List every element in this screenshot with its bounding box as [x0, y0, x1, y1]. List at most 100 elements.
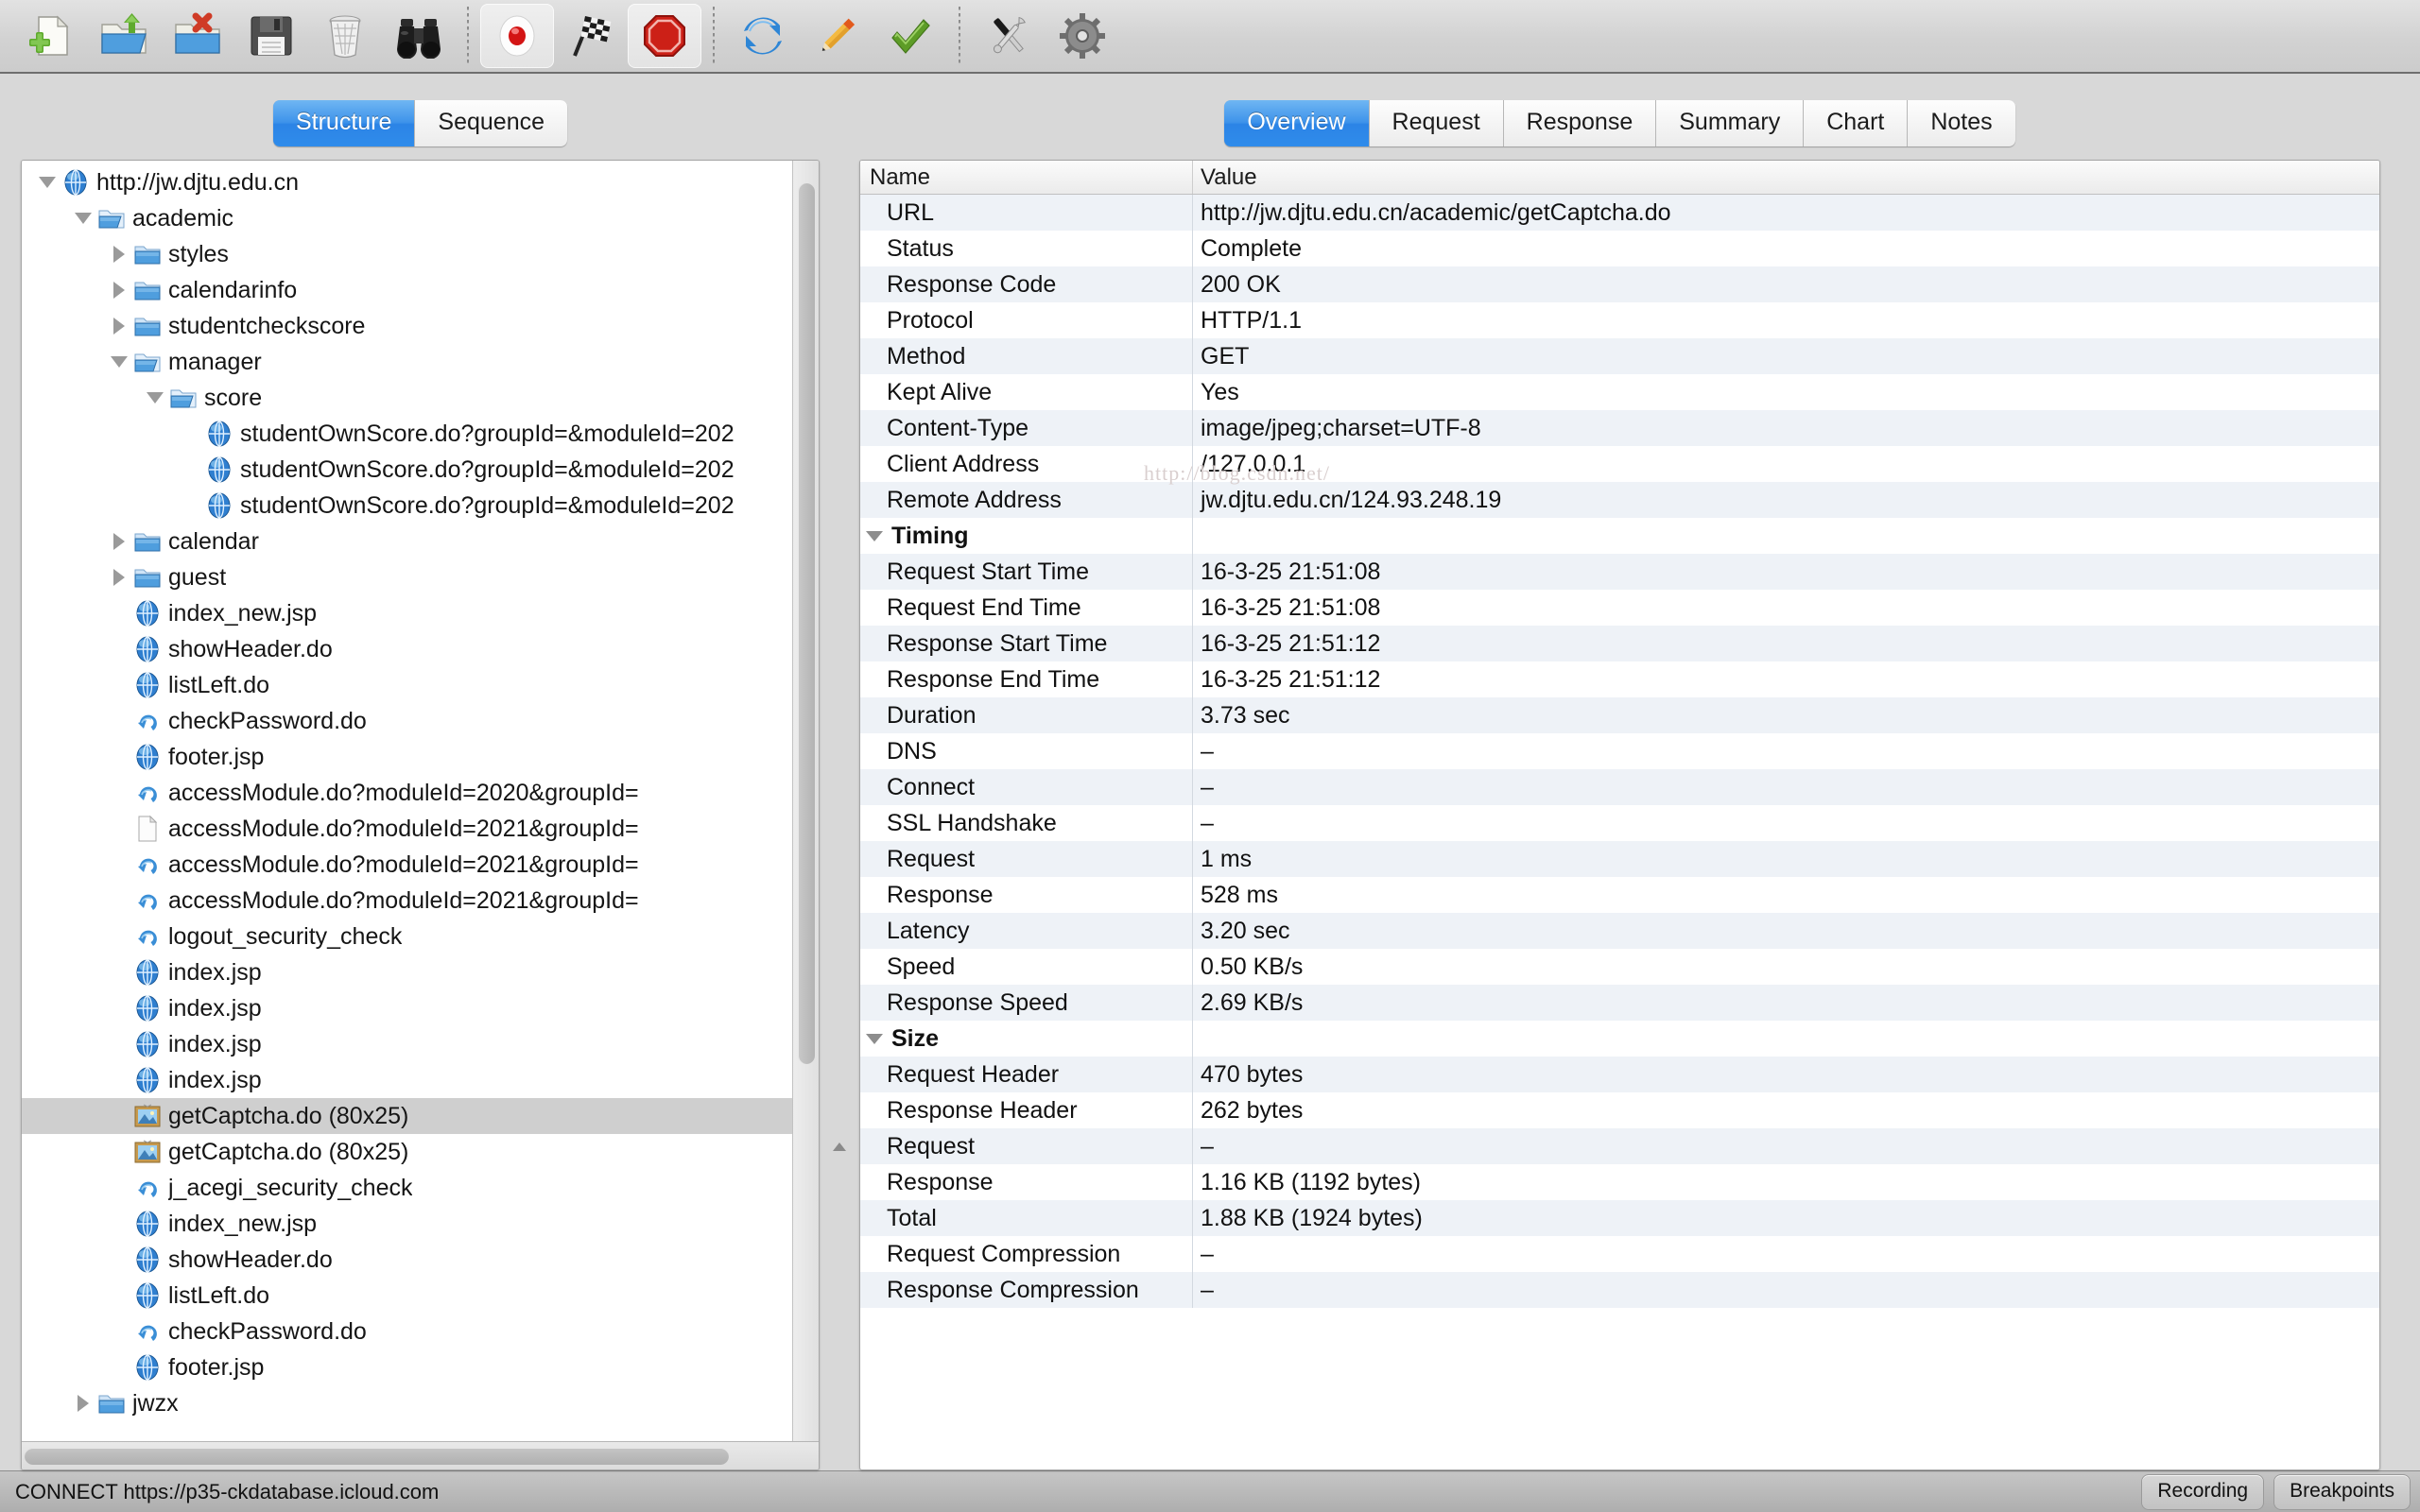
tree-item[interactable]: academic: [22, 200, 792, 236]
tree-item[interactable]: accessModule.do?moduleId=2021&groupId=: [22, 847, 792, 883]
breakpoints-stop-button[interactable]: [628, 4, 701, 68]
tab-structure[interactable]: Structure: [273, 100, 415, 146]
tree-item[interactable]: calendar: [22, 524, 792, 559]
pane-splitter[interactable]: [820, 94, 859, 1470]
table-row[interactable]: Content-Typeimage/jpeg;charset=UTF-8: [860, 410, 2379, 446]
table-group-row[interactable]: Timing: [860, 518, 2379, 554]
table-row[interactable]: ProtocolHTTP/1.1: [860, 302, 2379, 338]
tab-overview[interactable]: Overview: [1224, 100, 1369, 146]
tree-twisty-closed-icon[interactable]: [107, 272, 131, 308]
table-row[interactable]: StatusComplete: [860, 231, 2379, 266]
tree-twisty-closed-icon[interactable]: [107, 559, 131, 595]
group-twisty-open-icon[interactable]: [866, 531, 883, 541]
tree-item[interactable]: studentOwnScore.do?groupId=&moduleId=202: [22, 452, 792, 488]
tree-twisty-open-icon[interactable]: [71, 200, 95, 236]
clear-trash-button[interactable]: [308, 4, 382, 68]
tree-item[interactable]: studentOwnScore.do?groupId=&moduleId=202: [22, 488, 792, 524]
tree-item[interactable]: accessModule.do?moduleId=2021&groupId=: [22, 811, 792, 847]
tree-item[interactable]: index.jsp: [22, 954, 792, 990]
table-row[interactable]: Response528 ms: [860, 877, 2379, 913]
repeat-button[interactable]: [726, 4, 800, 68]
table-row[interactable]: URLhttp://jw.djtu.edu.cn/academic/getCap…: [860, 195, 2379, 231]
splitter-collapse-handle[interactable]: [833, 1143, 846, 1151]
table-row[interactable]: Response Speed2.69 KB/s: [860, 985, 2379, 1021]
tree-horizontal-scroll-thumb[interactable]: [25, 1448, 729, 1465]
table-row[interactable]: Response1.16 KB (1192 bytes): [860, 1164, 2379, 1200]
save-button[interactable]: [234, 4, 308, 68]
group-twisty-open-icon[interactable]: [866, 1034, 883, 1044]
find-button[interactable]: [382, 4, 456, 68]
new-file-button[interactable]: [13, 4, 87, 68]
table-row[interactable]: Request1 ms: [860, 841, 2379, 877]
table-row[interactable]: Latency3.20 sec: [860, 913, 2379, 949]
table-row[interactable]: DNS–: [860, 733, 2379, 769]
compose-button[interactable]: [800, 4, 873, 68]
throttle-button[interactable]: [554, 4, 628, 68]
tree-item[interactable]: studentOwnScore.do?groupId=&moduleId=202: [22, 416, 792, 452]
tree-item[interactable]: listLeft.do: [22, 1278, 792, 1314]
tree-item-selected[interactable]: getCaptcha.do (80x25): [22, 1098, 792, 1134]
tree-item[interactable]: accessModule.do?moduleId=2021&groupId=: [22, 883, 792, 919]
tab-response[interactable]: Response: [1504, 100, 1657, 146]
tree-item[interactable]: studentcheckscore: [22, 308, 792, 344]
validate-button[interactable]: [873, 4, 947, 68]
breakpoints-toggle[interactable]: Breakpoints: [2273, 1474, 2411, 1510]
open-folder-button[interactable]: [87, 4, 161, 68]
table-row[interactable]: Request End Time16-3-25 21:51:08: [860, 590, 2379, 626]
tree-item[interactable]: getCaptcha.do (80x25): [22, 1134, 792, 1170]
tree-item[interactable]: showHeader.do: [22, 1242, 792, 1278]
tree-twisty-closed-icon[interactable]: [107, 308, 131, 344]
tree-item[interactable]: score: [22, 380, 792, 416]
tree-scroll-area[interactable]: http://jw.djtu.edu.cnacademicstylescalen…: [22, 161, 792, 1441]
table-row[interactable]: Response Start Time16-3-25 21:51:12: [860, 626, 2379, 662]
tree-item[interactable]: index.jsp: [22, 990, 792, 1026]
tree-twisty-closed-icon[interactable]: [71, 1385, 95, 1421]
tree-item[interactable]: j_acegi_security_check: [22, 1170, 792, 1206]
table-row[interactable]: Response Code200 OK: [860, 266, 2379, 302]
tree-item[interactable]: manager: [22, 344, 792, 380]
tab-chart[interactable]: Chart: [1804, 100, 1908, 146]
table-row[interactable]: Response End Time16-3-25 21:51:12: [860, 662, 2379, 697]
table-group-row[interactable]: Size: [860, 1021, 2379, 1057]
table-row[interactable]: MethodGET: [860, 338, 2379, 374]
tab-notes[interactable]: Notes: [1908, 100, 2014, 146]
table-row[interactable]: Request Start Time16-3-25 21:51:08: [860, 554, 2379, 590]
tree-item[interactable]: footer.jsp: [22, 739, 792, 775]
tree-item[interactable]: index_new.jsp: [22, 595, 792, 631]
table-row[interactable]: Connect–: [860, 769, 2379, 805]
recording-toggle[interactable]: Recording: [2141, 1474, 2264, 1510]
table-row[interactable]: Remote Addressjw.djtu.edu.cn/124.93.248.…: [860, 482, 2379, 518]
table-row[interactable]: Speed0.50 KB/s: [860, 949, 2379, 985]
tree-item[interactable]: checkPassword.do: [22, 703, 792, 739]
tab-request[interactable]: Request: [1370, 100, 1504, 146]
tree-item[interactable]: index.jsp: [22, 1062, 792, 1098]
table-row[interactable]: Request Compression–: [860, 1236, 2379, 1272]
tree-twisty-open-icon[interactable]: [107, 344, 131, 380]
close-folder-button[interactable]: [161, 4, 234, 68]
tree-item[interactable]: checkPassword.do: [22, 1314, 792, 1349]
tree-vertical-scroll-thumb[interactable]: [798, 183, 815, 1064]
tools-button[interactable]: [972, 4, 1046, 68]
tree-twisty-closed-icon[interactable]: [107, 236, 131, 272]
tree-item[interactable]: jwzx: [22, 1385, 792, 1421]
record-button[interactable]: [480, 4, 554, 68]
tree-item[interactable]: calendarinfo: [22, 272, 792, 308]
tree-vertical-scrollbar[interactable]: [792, 161, 819, 1441]
table-row[interactable]: Kept AliveYes: [860, 374, 2379, 410]
tree-item[interactable]: index_new.jsp: [22, 1206, 792, 1242]
table-row[interactable]: Client Address/127.0.0.1: [860, 446, 2379, 482]
tab-summary[interactable]: Summary: [1656, 100, 1804, 146]
tree-horizontal-scrollbar[interactable]: [22, 1441, 819, 1469]
table-row[interactable]: Response Header262 bytes: [860, 1092, 2379, 1128]
tree-twisty-open-icon[interactable]: [143, 380, 167, 416]
tree-item[interactable]: guest: [22, 559, 792, 595]
table-row[interactable]: Total1.88 KB (1924 bytes): [860, 1200, 2379, 1236]
tree-item[interactable]: index.jsp: [22, 1026, 792, 1062]
tree-item[interactable]: logout_security_check: [22, 919, 792, 954]
table-row[interactable]: Response Compression–: [860, 1272, 2379, 1308]
table-row[interactable]: SSL Handshake–: [860, 805, 2379, 841]
tab-sequence[interactable]: Sequence: [415, 100, 567, 146]
tree-item[interactable]: accessModule.do?moduleId=2020&groupId=: [22, 775, 792, 811]
table-row[interactable]: Request Header470 bytes: [860, 1057, 2379, 1092]
tree-item[interactable]: listLeft.do: [22, 667, 792, 703]
